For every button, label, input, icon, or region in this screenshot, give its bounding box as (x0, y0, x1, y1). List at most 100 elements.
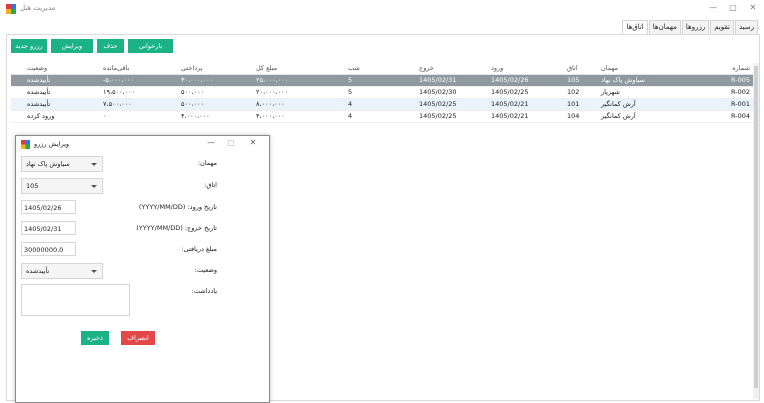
cell-paid: ۵۰۰،۰۰۰ (181, 100, 205, 108)
minimize-button[interactable]: — (702, 1, 724, 15)
cell-nights: 4 (348, 100, 353, 108)
cell-id: R-005 (730, 76, 750, 84)
cell-room: 101 (567, 100, 580, 108)
cell-checkout: 1405/02/25 (419, 100, 457, 108)
cell-checkout: 1405/02/31 (419, 76, 457, 84)
cell-balance: ۰ (103, 112, 107, 120)
cell-room: 104 (567, 112, 580, 120)
cell-paid: ۴،۰۰۰،۰۰۰ (181, 112, 210, 120)
header-status[interactable]: وضعیت (27, 64, 47, 72)
table-row[interactable]: R-001 آرش کمانگیر 101 1405/02/21 1405/02… (11, 99, 754, 111)
checkin-date-input[interactable]: 1405/02/26 (21, 200, 76, 214)
save-button[interactable]: ذخیره (81, 331, 109, 345)
checkout-date-input[interactable]: 1405/02/31 (21, 221, 76, 235)
cell-checkout: 1405/02/30 (419, 88, 457, 96)
status-select-value: تأییدشده (26, 267, 50, 275)
cell-status: تأییدشده (27, 76, 51, 84)
cell-guest: آرش کمانگیر (601, 112, 636, 120)
cell-total: ۲۰،۰۰۰،۰۰۰ (256, 88, 289, 96)
chevron-down-icon (90, 267, 98, 275)
header-total[interactable]: مبلغ کل (256, 64, 277, 72)
guest-label: مهمان: (197, 159, 217, 167)
checkin-label: تاریخ ورود: (YYYY/MM/DD) (138, 203, 217, 211)
cancel-button[interactable]: انصراف (121, 331, 155, 345)
paid-amount-input[interactable]: 30000000.0 (21, 242, 76, 256)
cell-nights: 5 (348, 76, 353, 84)
cell-guest: آرش کمانگیر (601, 100, 636, 108)
room-label: اتاق: (204, 181, 217, 189)
tab-bar: رسید تقویم رزروها مهمان‌ها اتاق‌ها (621, 20, 758, 35)
table-row[interactable]: R-005 سیاوش پاک نهاد 105 1405/02/26 1405… (11, 75, 754, 87)
new-reservation-button[interactable]: رزرو جدید (11, 39, 47, 53)
room-select-value: 105 (26, 182, 39, 190)
cell-status: ورود کرده (27, 112, 55, 120)
header-id[interactable]: شماره (732, 64, 750, 72)
cell-checkin: 1405/02/21 (491, 112, 529, 120)
app-logo-icon (6, 4, 16, 14)
cell-guest: سیاوش پاک نهاد (601, 76, 645, 84)
chevron-down-icon (90, 182, 98, 190)
dialog-title: ویرایش رزرو (34, 140, 70, 148)
cell-checkin: 1405/02/25 (491, 88, 529, 96)
cell-total: ۸،۰۰۰،۰۰۰ (256, 100, 285, 108)
status-select[interactable]: تأییدشده (21, 263, 103, 279)
guest-select-value: سیاوش پاک نهاد (26, 160, 70, 168)
dialog-close-button[interactable]: ✕ (244, 137, 262, 149)
table-row[interactable]: R-004 آرش کمانگیر 104 1405/02/21 1405/02… (11, 111, 754, 123)
maximize-button[interactable]: ▢ (722, 1, 744, 15)
dialog-minimize-button[interactable]: — (202, 137, 220, 149)
window-titlebar: مدیریت هتل — ▢ ✕ (0, 0, 764, 18)
table-row[interactable]: R-002 شهریار 102 1405/02/25 1405/02/30 5… (11, 87, 754, 99)
cell-paid: ۵۰۰،۰۰۰ (181, 88, 205, 96)
cell-room: 105 (567, 76, 580, 84)
cell-status: تأییدشده (27, 100, 51, 108)
cell-guest: شهریار (601, 88, 620, 96)
header-paid[interactable]: پرداختی (181, 64, 203, 72)
tab-reservations[interactable]: رزروها (681, 20, 710, 35)
tab-receipt[interactable]: رسید (734, 20, 758, 35)
header-balance[interactable]: باقی‌مانده (103, 64, 129, 72)
scrollbar-thumb[interactable] (754, 66, 758, 388)
paid-amount-label: مبلغ دریافتی: (181, 245, 217, 253)
cell-balance: -۵،۰۰۰،۰۰۰ (103, 76, 134, 84)
header-checkin[interactable]: ورود (491, 64, 503, 72)
cell-total: ۴،۰۰۰،۰۰۰ (256, 112, 285, 120)
cell-paid: ۳۰،۰۰۰،۰۰۰ (181, 76, 214, 84)
status-label: وضعیت: (194, 266, 217, 274)
chevron-down-icon (90, 160, 98, 168)
guest-select[interactable]: سیاوش پاک نهاد (21, 156, 103, 172)
header-checkout[interactable]: خروج (419, 64, 434, 72)
note-label: یادداشت: (191, 287, 217, 295)
delete-button[interactable]: حذف (97, 39, 124, 53)
table-header: شماره مهمان اتاق ورود خروج شب مبلغ کل پر… (11, 63, 754, 75)
cell-id: R-002 (730, 88, 750, 96)
edit-reservation-dialog: ویرایش رزرو — ▢ ✕ سیاوش پاک نهاد مهمان: … (15, 135, 270, 403)
cell-id: R-004 (730, 112, 750, 120)
cell-nights: 5 (348, 88, 353, 96)
cell-checkin: 1405/02/26 (491, 76, 529, 84)
edit-button[interactable]: ویرایش (51, 39, 93, 53)
tab-calendar[interactable]: تقویم (710, 20, 734, 35)
room-select[interactable]: 105 (21, 178, 103, 194)
header-nights[interactable]: شب (348, 64, 360, 72)
cell-checkin: 1405/02/21 (491, 100, 529, 108)
cell-total: ۲۵،۰۰۰،۰۰۰ (256, 76, 289, 84)
cell-balance: ۷،۵۰۰،۰۰۰ (103, 100, 132, 108)
cell-nights: 4 (348, 112, 353, 120)
cell-balance: ۱۹،۵۰۰،۰۰۰ (103, 88, 136, 96)
cell-checkout: 1405/02/25 (419, 112, 457, 120)
close-button[interactable]: ✕ (742, 1, 764, 15)
header-guest[interactable]: مهمان (601, 64, 618, 72)
dialog-maximize-button[interactable]: ▢ (222, 137, 240, 149)
tab-guests[interactable]: مهمان‌ها (648, 20, 681, 35)
cell-room: 102 (567, 88, 580, 96)
tab-rooms[interactable]: اتاق‌ها (622, 20, 648, 35)
window-title: مدیریت هتل (20, 4, 56, 12)
checkout-label: تاریخ خروج: (YYYY/MM/DD) (136, 224, 217, 232)
vertical-scrollbar[interactable] (753, 63, 759, 399)
cell-id: R-001 (730, 100, 750, 108)
reload-button[interactable]: بارخوانی (128, 39, 173, 53)
header-room[interactable]: اتاق (567, 64, 578, 72)
cell-status: تأییدشده (27, 88, 51, 96)
note-textarea[interactable] (21, 284, 130, 316)
